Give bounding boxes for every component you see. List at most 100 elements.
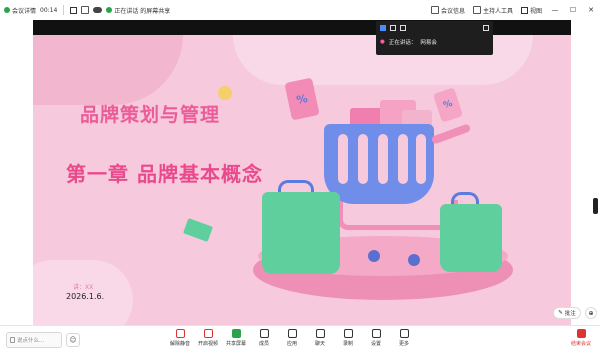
chat-input[interactable]: 说点什么... [6, 332, 62, 348]
edit-icon [10, 337, 15, 343]
members-label: 成员 [258, 341, 269, 347]
info-icon [430, 6, 439, 14]
tag-symbol: % [295, 91, 309, 107]
camera-icon [203, 329, 213, 338]
share-screen-label: 共享屏幕 [225, 341, 246, 347]
timer-label: 00:14 [40, 6, 58, 14]
settings-button[interactable]: 设置 [364, 329, 388, 347]
speaker-label: 正在讲话： [388, 40, 417, 46]
host-tools-label: 主持人工具 [482, 7, 513, 15]
annotate-button[interactable]: ✎ 批注 [553, 307, 581, 319]
record-label: 录制 [342, 341, 353, 347]
record-button[interactable]: 录制 [336, 329, 360, 347]
expand-icon[interactable] [483, 25, 489, 31]
grid-icon [70, 6, 78, 14]
share-icon [106, 7, 113, 13]
close-button[interactable]: ✕ [586, 5, 596, 15]
bottom-toolbar: 说点什么... ☺ 解除静音 开启视频 共享屏幕 成员 应用 聊天 录制 设置 … [0, 325, 600, 353]
end-meeting-button[interactable]: 结束会议 [568, 329, 594, 347]
mic-icon [175, 329, 185, 338]
tag-symbol: % [442, 98, 454, 112]
top-bar: 会议详情 00:14 正在讲话 的屏幕共享 会议信息 主持人工具 视图 — ☐ … [0, 0, 600, 20]
list-icon[interactable] [400, 25, 406, 31]
discount-tag-icon: % [432, 87, 464, 123]
layout-icon[interactable] [390, 25, 396, 31]
maximize-icon: ☐ [569, 6, 577, 14]
shopping-bag-shape [440, 204, 502, 272]
slide-subtitle: 第一章 品牌基本概念 [66, 162, 263, 186]
share-stage: 品牌策划与管理 第一章 品牌基本概念 讲：XX 2026.1.6. % % [0, 20, 600, 325]
cart-slot [358, 134, 368, 184]
minimize-icon: — [551, 6, 559, 14]
annotate-label: 批注 [564, 311, 576, 317]
members-icon [259, 329, 269, 338]
cart-slot [338, 134, 348, 184]
chat-button[interactable]: 聊天 [308, 329, 332, 347]
pen-icon: ✎ [558, 310, 563, 316]
record-icon [343, 329, 353, 338]
more-button[interactable]: 更多 [392, 329, 416, 347]
mute-label: 解除静音 [169, 341, 190, 347]
timer-item: 00:14 [40, 7, 57, 14]
minimize-icon[interactable] [380, 25, 386, 31]
top-bar-right: 会议信息 主持人工具 视图 — ☐ ✕ [430, 0, 596, 20]
end-call-icon [576, 329, 586, 338]
minimize-button[interactable]: — [550, 5, 560, 15]
host-tools-icon [472, 6, 481, 14]
slide-author: 讲：XX [73, 284, 94, 291]
speaker-name: 网易会 [420, 40, 437, 46]
cloud-button[interactable] [93, 7, 103, 13]
speaker-panel: ● 正在讲话： 网易会 [376, 21, 493, 55]
meeting-info-item[interactable]: 会议详情 [4, 6, 36, 15]
apps-icon [287, 329, 297, 338]
apps-button[interactable]: 应用 [280, 329, 304, 347]
side-scroll-handle[interactable] [593, 198, 598, 214]
slide-date: 2026.1.6. [66, 292, 105, 301]
screenshot-button[interactable] [81, 6, 90, 14]
top-bar-left: 会议详情 00:14 正在讲话 的屏幕共享 [0, 5, 170, 15]
emoji-icon: ☺ [69, 336, 77, 344]
speaker-mic-icon: ● [380, 39, 385, 45]
end-meeting-label: 结束会议 [570, 341, 591, 347]
meeting-info-label: 会议详情 [12, 7, 37, 15]
close-icon: ✕ [588, 6, 594, 14]
decor-blob [33, 35, 183, 105]
slide-title: 品牌策划与管理 [80, 104, 221, 126]
panel-toolbar [376, 21, 493, 35]
meeting-details-button[interactable]: 会议信息 [430, 6, 465, 15]
cart-handle [430, 123, 472, 145]
view-button[interactable]: 视图 [520, 6, 542, 15]
emoji-button[interactable]: ☺ [66, 333, 80, 347]
maximize-button[interactable]: ☐ [568, 5, 578, 15]
view-icon [520, 6, 528, 14]
share-status: 正在讲话 的屏幕共享 [106, 6, 170, 15]
members-button[interactable]: 成员 [252, 329, 276, 347]
share-screen-icon [231, 329, 241, 338]
host-tools-button[interactable]: 主持人工具 [472, 6, 513, 15]
screenshot-icon [81, 6, 90, 14]
grid-button[interactable] [70, 6, 78, 14]
settings-icon [371, 329, 381, 338]
cart-slot [398, 134, 408, 184]
shopping-bag-shape [262, 192, 340, 274]
chat-icon [315, 329, 325, 338]
cart-slot [378, 134, 388, 184]
meeting-details-label: 会议信息 [440, 7, 465, 15]
cart-wheel [368, 250, 380, 262]
cart-wheel [408, 254, 420, 266]
settings-label: 设置 [370, 341, 381, 347]
info-icon [4, 7, 10, 13]
meeting-window: 会议详情 00:14 正在讲话 的屏幕共享 会议信息 主持人工具 视图 — ☐ … [0, 0, 600, 353]
apps-label: 应用 [286, 341, 297, 347]
coin-icon [218, 86, 232, 100]
more-icon [399, 329, 409, 338]
video-button[interactable]: 开启视频 [196, 329, 220, 347]
money-bill-icon [183, 218, 213, 242]
share-screen-button[interactable]: 共享屏幕 [224, 329, 248, 347]
cloud-icon [93, 7, 103, 13]
panel-speaker-row: ● 正在讲话： 网易会 [376, 35, 493, 49]
chat-label: 聊天 [314, 341, 325, 347]
view-label: 视图 [529, 7, 542, 15]
mute-button[interactable]: 解除静音 [168, 329, 192, 347]
zoom-button[interactable]: ⊕ [585, 307, 597, 319]
